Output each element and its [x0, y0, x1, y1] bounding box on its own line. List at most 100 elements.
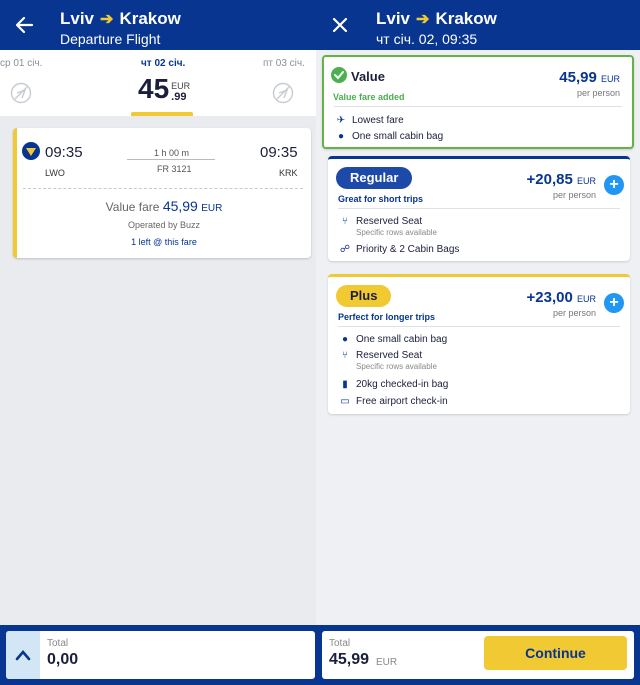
total-value: 45,99	[329, 651, 370, 668]
duration-line	[127, 159, 215, 160]
close-icon[interactable]	[330, 14, 350, 36]
destination-city: Krakow	[435, 9, 497, 28]
fare-price: +20,85 EUR	[527, 171, 596, 188]
fare-price-amount: 45,99	[559, 69, 597, 86]
origin-city: Lviv	[60, 9, 95, 28]
route-arrow-icon: ➔	[100, 11, 114, 28]
feature-cabin-bag: ● One small cabin bag	[338, 334, 447, 345]
feature-label: One small cabin bag	[356, 334, 448, 345]
feature-label: One small cabin bag	[352, 131, 444, 142]
small-bag-icon: ●	[337, 131, 345, 142]
price-decimals: .99	[171, 91, 187, 103]
seat-icon: ⑂	[342, 216, 348, 227]
feature-cabin-bag: ● One small cabin bag	[334, 131, 443, 142]
fare-card-plus[interactable]: Plus Perfect for longer trips +23,00 EUR…	[328, 274, 630, 414]
arrival-time: 09:35	[260, 144, 298, 161]
fare-title: Plus	[336, 285, 392, 307]
fare-added-status: Value fare added	[333, 92, 405, 102]
fare-selection-screen: Lviv ➔ Krakow чт січ. 02, 09:35 Value Va…	[316, 0, 640, 685]
price-integer: 45	[138, 73, 170, 104]
per-person: per person	[552, 308, 596, 318]
flight-number: FR 3121	[157, 164, 192, 174]
feature-priority: ☍ Priority & 2 Cabin Bags	[338, 244, 459, 255]
arrival-airport: KRK	[279, 168, 298, 178]
total-value: 0,00	[47, 651, 79, 668]
airline-logo-icon	[22, 142, 40, 160]
small-bag-icon: ●	[341, 334, 349, 345]
feature-label: Reserved Seat	[356, 216, 423, 227]
fare-title: Regular	[336, 167, 413, 189]
price-currency: EUR	[171, 81, 191, 91]
fare-price-currency: EUR	[576, 176, 596, 186]
fare-title: Value	[351, 69, 385, 84]
continue-button[interactable]: Continue	[484, 636, 627, 670]
fare-label: Value fare	[105, 200, 160, 214]
origin-city: Lviv	[376, 9, 411, 28]
total-label: Total	[329, 638, 351, 649]
boarding-pass-icon: ▭	[340, 396, 350, 407]
divider	[338, 208, 620, 209]
fare-card-regular[interactable]: Regular Great for short trips +20,85 EUR…	[328, 156, 630, 261]
fare-price: 45,99 EUR	[559, 69, 620, 86]
feature-reserved-seat: ⑂ Reserved Seat Specific rows available	[338, 216, 437, 237]
departure-flight-screen: Lviv ➔ Krakow Departure Flight ср 01 січ…	[0, 0, 316, 685]
fare-price: +23,00 EUR	[527, 289, 596, 306]
back-arrow-icon[interactable]	[14, 14, 34, 36]
header: Lviv ➔ Krakow чт січ. 02, 09:35	[316, 0, 640, 50]
flight-duration: 1 h 00 m	[154, 148, 190, 158]
date-next[interactable]: пт 03 січ.	[263, 58, 305, 69]
flight-card[interactable]: 09:35 09:35 LWO KRK 1 h 00 m FR 3121 Val…	[13, 128, 311, 258]
seat-icon: ⑂	[342, 350, 348, 361]
divider	[23, 188, 303, 189]
destination-city: Krakow	[119, 9, 181, 28]
operated-by: Operated by Buzz	[127, 220, 201, 230]
no-flight-icon	[272, 82, 294, 104]
add-fare-button[interactable]: +	[604, 293, 624, 313]
fare-price-amount: +20,85	[526, 171, 573, 188]
divider	[338, 326, 620, 327]
plane-icon: ✈	[336, 115, 346, 126]
check-icon	[331, 67, 347, 83]
selected-date-price[interactable]: 45 EUR .99	[138, 73, 191, 104]
route-arrow-icon: ➔	[416, 11, 430, 28]
date-prev[interactable]: ср 01 січ.	[0, 58, 42, 69]
add-fare-button[interactable]: +	[604, 175, 624, 195]
feature-checked-bag: ▮ 20kg checked-in bag	[338, 379, 448, 390]
feature-label: Free airport check-in	[356, 396, 448, 407]
fare-currency: EUR	[201, 203, 223, 214]
feature-sublabel: Specific rows available	[356, 228, 437, 237]
expand-total-button[interactable]	[6, 631, 40, 679]
per-person: per person	[576, 88, 620, 98]
feature-reserved-seat: ⑂ Reserved Seat Specific rows available	[338, 350, 437, 371]
feature-label: 20kg checked-in bag	[356, 379, 449, 390]
bottom-bar: Total 45,99 EUR Continue	[316, 625, 640, 685]
departure-airport: LWO	[45, 168, 65, 178]
fare-summary: Value fare 45,99 EUR	[17, 198, 311, 214]
fare-amount: 45,99	[162, 198, 198, 214]
feature-label: Lowest fare	[352, 115, 404, 126]
header: Lviv ➔ Krakow Departure Flight	[0, 0, 316, 50]
seats-left: 1 left @ this fare	[131, 237, 197, 247]
suitcase-icon: ▮	[342, 379, 348, 390]
feature-lowest-fare: ✈ Lowest fare	[334, 115, 404, 126]
header-subtitle: Departure Flight	[60, 31, 161, 47]
fare-price-amount: +23,00	[526, 289, 573, 306]
feature-label: Reserved Seat	[356, 350, 423, 361]
no-flight-icon	[10, 82, 32, 104]
feature-sublabel: Specific rows available	[356, 362, 437, 371]
per-person: per person	[552, 190, 596, 200]
route-title: Lviv ➔ Krakow	[60, 9, 181, 29]
fare-tagline: Great for short trips	[338, 194, 424, 204]
fare-price-currency: EUR	[576, 294, 596, 304]
fare-tagline: Perfect for longer trips	[338, 312, 436, 322]
departure-time: 09:35	[45, 144, 83, 161]
date-selector: ср 01 січ. чт 02 січ. пт 03 січ. 45 EUR …	[0, 50, 316, 116]
priority-person-icon: ☍	[339, 244, 351, 255]
route-title: Lviv ➔ Krakow	[376, 9, 497, 29]
date-selected[interactable]: чт 02 січ.	[141, 58, 185, 69]
bottom-bar: Total 0,00	[0, 625, 316, 685]
fare-price-currency: EUR	[600, 74, 620, 84]
divider	[334, 106, 622, 107]
fare-card-value[interactable]: Value Value fare added 45,99 EUR per per…	[322, 55, 634, 149]
chevron-up-icon	[15, 650, 31, 661]
